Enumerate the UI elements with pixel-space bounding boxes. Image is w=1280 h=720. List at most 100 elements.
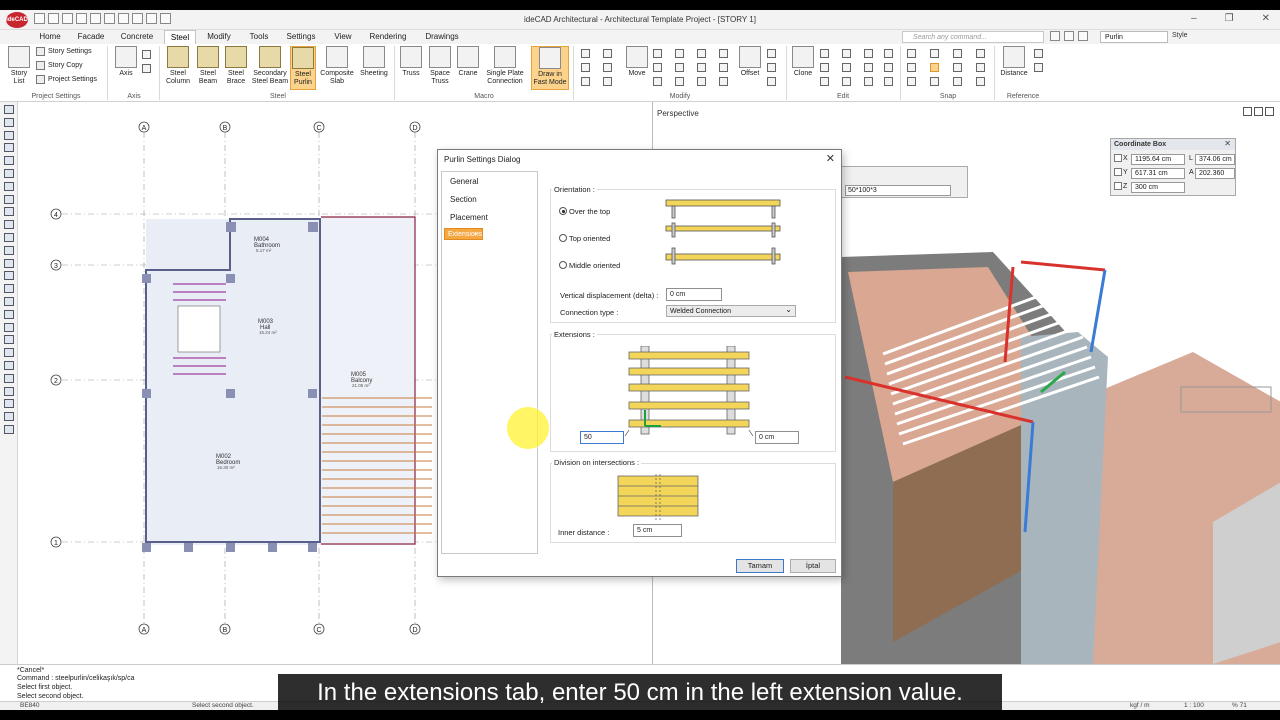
- axis-tool-icon[interactable]: [142, 64, 151, 73]
- snap-tool-icon[interactable]: [930, 49, 939, 58]
- steel-column-button[interactable]: Steel Column: [164, 46, 192, 86]
- tab-concrete[interactable]: Concrete: [118, 30, 156, 44]
- steel-brace-button[interactable]: Steel Brace: [223, 46, 249, 86]
- modify-tool-icon[interactable]: [675, 49, 684, 58]
- draw-tool-icon[interactable]: [3, 156, 14, 166]
- edit-tool-icon[interactable]: [842, 77, 851, 86]
- snap-tool-icon[interactable]: [930, 77, 939, 86]
- lock-y-checkbox[interactable]: [1114, 168, 1122, 176]
- axis-tool-icon[interactable]: [142, 50, 151, 59]
- draw-tool-icon[interactable]: [3, 245, 14, 255]
- tab-tools[interactable]: Tools: [246, 30, 272, 44]
- tab-modify[interactable]: Modify: [204, 30, 234, 44]
- status-units[interactable]: kgf / m: [1130, 702, 1150, 709]
- status-zoom[interactable]: % 71: [1232, 702, 1247, 709]
- modify-tool-icon[interactable]: [767, 77, 776, 86]
- draw-tool-icon[interactable]: [3, 284, 14, 294]
- snap-tool-icon[interactable]: [953, 49, 962, 58]
- steel-purlin-button[interactable]: Steel Purlin: [290, 46, 316, 90]
- single-plate-connection-button[interactable]: Single Plate Connection: [482, 46, 528, 86]
- radio-top-oriented[interactable]: [559, 234, 567, 242]
- draw-tool-icon[interactable]: [3, 207, 14, 217]
- edit-tool-icon[interactable]: [884, 49, 893, 58]
- draw-tool-icon[interactable]: [3, 296, 14, 306]
- clone-button[interactable]: Clone: [790, 46, 816, 78]
- nav-general[interactable]: General: [444, 173, 535, 190]
- reference-tool-icon[interactable]: [1034, 49, 1043, 58]
- reference-tool-icon[interactable]: [1034, 63, 1043, 72]
- modify-tool-icon[interactable]: [719, 49, 728, 58]
- modify-tool-icon[interactable]: [603, 63, 612, 72]
- draw-tool-icon[interactable]: [3, 143, 14, 153]
- edit-tool-icon[interactable]: [820, 49, 829, 58]
- snap-tool-icon[interactable]: [907, 49, 916, 58]
- distance-button[interactable]: Distance: [998, 46, 1030, 78]
- composite-slab-button[interactable]: Composite Slab: [318, 46, 356, 86]
- modify-tool-icon[interactable]: [675, 77, 684, 86]
- tab-home[interactable]: Home: [38, 30, 62, 44]
- draw-tool-icon[interactable]: [3, 322, 14, 332]
- profile-value[interactable]: 50*100*3: [845, 185, 951, 196]
- snap-tool-icon[interactable]: [907, 77, 916, 86]
- draw-tool-icon[interactable]: [3, 168, 14, 178]
- vertical-displacement-input[interactable]: 0 cm: [666, 288, 722, 301]
- cursor-icon[interactable]: [1078, 31, 1088, 41]
- steel-beam-button[interactable]: Steel Beam: [195, 46, 221, 86]
- draw-tool-icon[interactable]: [3, 348, 14, 358]
- layout-icon[interactable]: [1050, 31, 1060, 41]
- draw-tool-icon[interactable]: [3, 258, 14, 268]
- nav-extensions[interactable]: Extensions: [444, 227, 484, 240]
- modify-tool-icon[interactable]: [719, 77, 728, 86]
- snap-tool-icon[interactable]: [976, 77, 985, 86]
- edit-tool-icon[interactable]: [842, 63, 851, 72]
- close-icon[interactable]: ✕: [1224, 139, 1231, 148]
- radio-middle-oriented[interactable]: [559, 261, 567, 269]
- tab-view[interactable]: View: [330, 30, 356, 44]
- snap-active-icon[interactable]: [930, 63, 939, 72]
- draw-tool-icon[interactable]: [3, 194, 14, 204]
- snap-tool-icon[interactable]: [976, 63, 985, 72]
- nav-section[interactable]: Section: [444, 191, 535, 208]
- close-button[interactable]: ✕: [1262, 13, 1270, 24]
- edit-tool-icon[interactable]: [820, 77, 829, 86]
- modify-tool-icon[interactable]: [767, 63, 776, 72]
- draw-fast-mode-button[interactable]: Draw in Fast Mode: [531, 46, 569, 90]
- radio-over-the-top[interactable]: [559, 207, 567, 215]
- modify-tool-icon[interactable]: [603, 49, 612, 58]
- draw-tool-icon[interactable]: [3, 271, 14, 281]
- length-field[interactable]: 374.06 cm: [1195, 154, 1235, 165]
- tab-rendering[interactable]: Rendering: [368, 30, 408, 44]
- tab-drawings[interactable]: Drawings: [424, 30, 460, 44]
- modify-tool-icon[interactable]: [697, 49, 706, 58]
- draw-tool-icon[interactable]: [3, 220, 14, 230]
- draw-tool-icon[interactable]: [3, 105, 14, 114]
- lock-x-checkbox[interactable]: [1114, 154, 1122, 162]
- secondary-steel-beam-button[interactable]: Secondary Steel Beam: [251, 46, 289, 86]
- modify-tool-icon[interactable]: [603, 77, 612, 86]
- status-scale[interactable]: 1 : 100: [1184, 702, 1204, 709]
- edit-tool-icon[interactable]: [820, 63, 829, 72]
- draw-tool-icon[interactable]: [3, 181, 14, 191]
- maximize-button[interactable]: ❐: [1225, 13, 1234, 24]
- draw-tool-icon[interactable]: [3, 424, 14, 434]
- truss-button[interactable]: Truss: [398, 46, 424, 78]
- edit-tool-icon[interactable]: [864, 77, 873, 86]
- edit-tool-icon[interactable]: [864, 49, 873, 58]
- story-settings-button[interactable]: Story Settings: [36, 46, 92, 58]
- angle-field[interactable]: 202.360: [1195, 168, 1235, 179]
- element-type-select[interactable]: Purlin: [1100, 31, 1168, 43]
- modify-tool-icon[interactable]: [697, 77, 706, 86]
- modify-tool-icon[interactable]: [581, 77, 590, 86]
- draw-tool-icon[interactable]: [3, 117, 14, 127]
- snap-tool-icon[interactable]: [907, 63, 916, 72]
- edit-tool-icon[interactable]: [884, 63, 893, 72]
- minimize-button[interactable]: –: [1191, 13, 1197, 24]
- edit-tool-icon[interactable]: [842, 49, 851, 58]
- draw-tool-icon[interactable]: [3, 309, 14, 319]
- lock-z-checkbox[interactable]: [1114, 182, 1122, 190]
- right-extension-input[interactable]: 0 cm: [755, 431, 799, 444]
- left-extension-input[interactable]: 50: [580, 431, 624, 444]
- inner-distance-input[interactable]: 5 cm: [633, 524, 682, 537]
- style-menu[interactable]: Style: [1172, 32, 1188, 39]
- modify-tool-icon[interactable]: [719, 63, 728, 72]
